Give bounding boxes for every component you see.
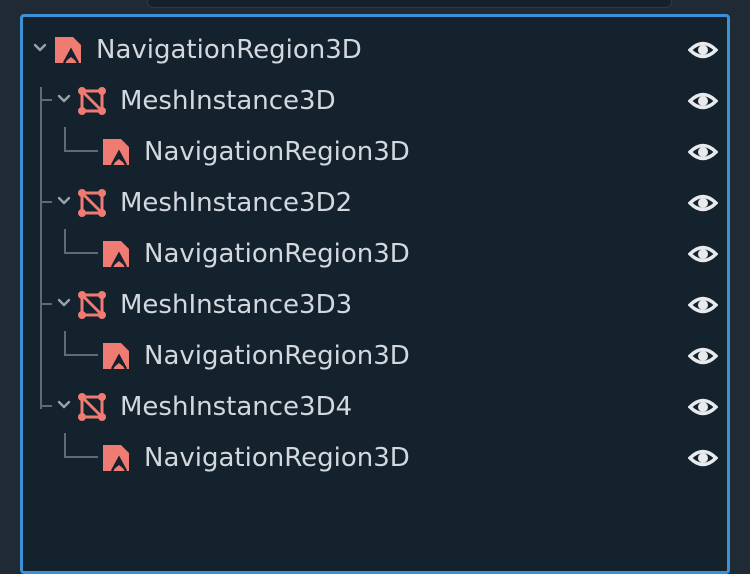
mesh-instance-icon [77, 290, 107, 320]
mesh-instance-icon [77, 86, 107, 116]
eye-icon[interactable] [687, 240, 719, 268]
chevron-down-icon[interactable] [53, 292, 75, 314]
tree-item[interactable]: MeshInstance3D3 [23, 280, 727, 331]
navigation-region-icon [101, 137, 131, 167]
eye-icon[interactable] [687, 291, 719, 319]
tree-guide-line [64, 456, 98, 458]
navigation-region-icon [101, 443, 131, 473]
eye-icon[interactable] [687, 87, 719, 115]
eye-icon[interactable] [687, 36, 719, 64]
eye-icon[interactable] [687, 444, 719, 472]
eye-icon[interactable] [687, 342, 719, 370]
tree-item-label: NavigationRegion3D [96, 35, 362, 65]
chevron-down-icon[interactable] [53, 190, 75, 212]
tree-item[interactable]: NavigationRegion3D [23, 433, 727, 484]
tree-item[interactable]: NavigationRegion3D [23, 331, 727, 382]
tree-item[interactable]: MeshInstance3D [23, 76, 727, 127]
tree-guide-line [64, 331, 66, 355]
mesh-instance-icon [77, 188, 107, 218]
navigation-region-icon [101, 341, 131, 371]
tree-item-label: NavigationRegion3D [144, 137, 410, 167]
tree-item[interactable]: MeshInstance3D2 [23, 178, 727, 229]
navigation-region-icon [53, 35, 83, 65]
tree-item-label: MeshInstance3D3 [120, 290, 353, 320]
top-bar [147, 0, 672, 8]
tree-guide-line [40, 405, 52, 407]
mesh-instance-icon [77, 392, 107, 422]
tree-item[interactable]: MeshInstance3D4 [23, 382, 727, 433]
tree-item-label: NavigationRegion3D [144, 443, 410, 473]
tree-guide-line [40, 99, 52, 101]
tree-item-label: MeshInstance3D4 [120, 392, 353, 422]
tree-guide-line [40, 303, 52, 305]
eye-icon[interactable] [687, 393, 719, 421]
eye-icon[interactable] [687, 138, 719, 166]
tree-item[interactable]: NavigationRegion3D [23, 229, 727, 280]
tree-item-label: MeshInstance3D2 [120, 188, 353, 218]
tree-guide-line [64, 229, 66, 253]
tree-guide-line [64, 354, 98, 356]
tree-item-label: MeshInstance3D [120, 86, 336, 116]
tree-guide-line [64, 150, 98, 152]
tree-item[interactable]: NavigationRegion3D [23, 25, 727, 76]
tree-item[interactable]: NavigationRegion3D [23, 127, 727, 178]
chevron-down-icon[interactable] [53, 394, 75, 416]
tree-guide-line [64, 252, 98, 254]
tree-guide-line [64, 127, 66, 151]
scene-tree-panel: NavigationRegion3D MeshInstance3D Naviga… [20, 14, 730, 574]
tree-guide-line [64, 433, 66, 457]
tree-item-label: NavigationRegion3D [144, 341, 410, 371]
eye-icon[interactable] [687, 189, 719, 217]
tree-guide-line [40, 201, 52, 203]
navigation-region-icon [101, 239, 131, 269]
chevron-down-icon[interactable] [29, 37, 51, 59]
tree-item-label: NavigationRegion3D [144, 239, 410, 269]
tree-guide-line [40, 87, 42, 409]
chevron-down-icon[interactable] [53, 88, 75, 110]
